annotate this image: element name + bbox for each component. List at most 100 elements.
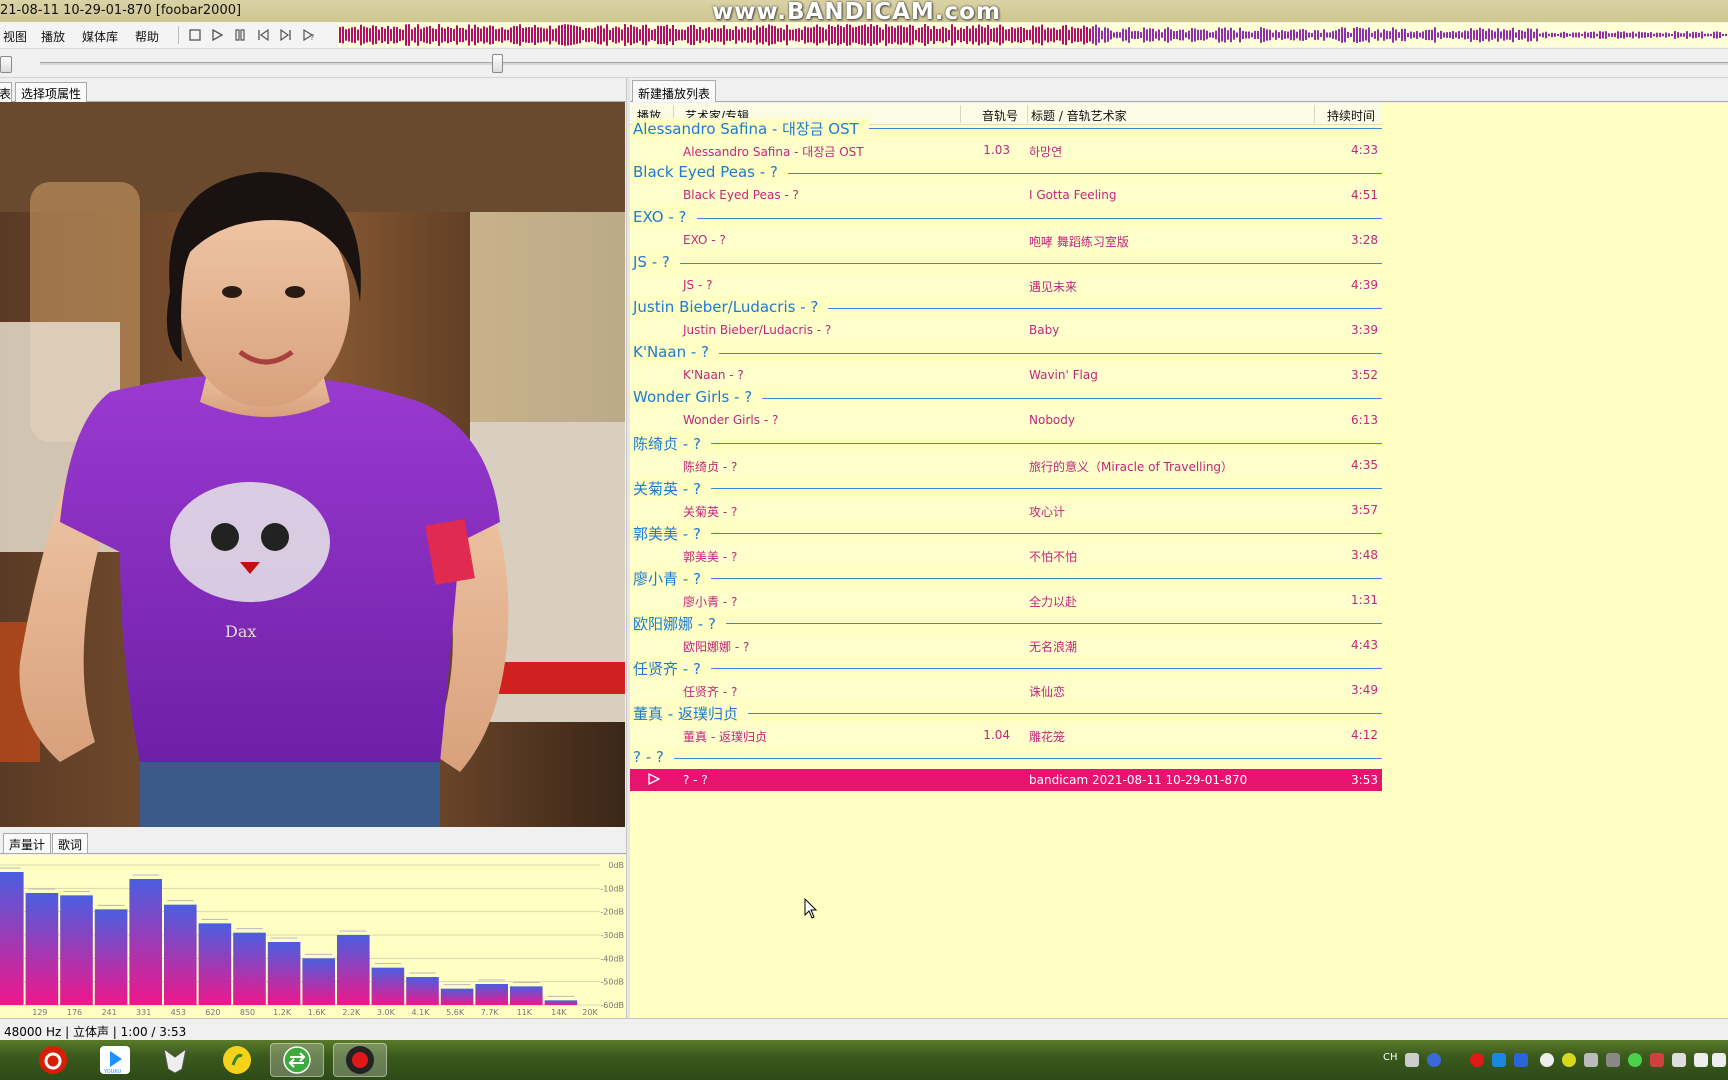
show-desktop-icon[interactable]	[1712, 1053, 1726, 1067]
db-label: 0dB	[608, 861, 624, 870]
track-title: bandicam 2021-08-11 10-29-01-870	[1029, 772, 1248, 787]
volume-slider-thumb[interactable]	[0, 56, 12, 73]
group-divider	[633, 758, 1382, 759]
group-header[interactable]: 任贤齐 - ?	[630, 656, 1382, 679]
track-artist-album: JS - ?	[683, 277, 713, 292]
group-divider	[633, 353, 1382, 354]
frequency-label: 620	[205, 1008, 220, 1017]
frequency-label: 241	[101, 1008, 116, 1017]
pause-icon[interactable]	[231, 26, 249, 44]
record-tray-icon[interactable]	[1470, 1053, 1484, 1067]
track-row[interactable]: 关菊英 - ? 攻心计 3:57	[630, 498, 1382, 521]
group-label: EXO - ?	[633, 208, 697, 226]
input-method-indicator[interactable]: CH	[1383, 1052, 1398, 1063]
track-title: I Gotta Feeling	[1029, 187, 1117, 202]
group-divider	[633, 263, 1382, 264]
play-icon[interactable]	[208, 26, 226, 44]
group-divider	[633, 578, 1382, 579]
group-header[interactable]: JS - ?	[630, 251, 1382, 273]
track-row[interactable]: Black Eyed Peas - ? I Gotta Feeling 4:51	[630, 183, 1382, 206]
track-row[interactable]: 廖小青 - ? 全力以赴 1:31	[630, 588, 1382, 611]
tab-list[interactable]: 表	[0, 82, 12, 102]
menu-playback[interactable]: 播放	[41, 28, 65, 45]
track-title: Nobody	[1029, 412, 1075, 427]
volume-icon[interactable]	[1694, 1053, 1708, 1067]
track-row[interactable]: ? - ? bandicam 2021-08-11 10-29-01-870 3:5…	[630, 768, 1382, 791]
group-label: 任贤齐 - ?	[633, 658, 711, 679]
track-row[interactable]: Justin Bieber/Ludacris - ? Baby 3:39	[630, 318, 1382, 341]
track-row[interactable]: Alessandro Safina - 대장금 OST 1.03 하망연 4:33	[630, 138, 1382, 161]
tab-volume-meter[interactable]: 声量计	[3, 833, 52, 853]
shield-icon[interactable]	[1514, 1053, 1528, 1067]
track-row[interactable]: 郭美美 - ? 不怕不怕 3:48	[630, 543, 1382, 566]
group-header[interactable]: ? - ?	[630, 746, 1382, 768]
status-tray-icon[interactable]	[1562, 1053, 1576, 1067]
tab-new-playlist[interactable]: 新建播放列表	[632, 80, 717, 102]
track-duration: 4:33	[1351, 142, 1378, 157]
track-row[interactable]: Wonder Girls - ? Nobody 6:13	[630, 408, 1382, 431]
sync-icon[interactable]	[270, 1043, 324, 1077]
menu-library[interactable]: 媒体库	[82, 28, 118, 45]
keyboard-icon[interactable]	[1405, 1053, 1419, 1067]
mute-icon[interactable]	[1650, 1053, 1664, 1067]
group-header[interactable]: Black Eyed Peas - ?	[630, 161, 1382, 183]
group-label: JS - ?	[633, 253, 680, 271]
track-title: 不怕不怕	[1029, 549, 1078, 564]
tab-lyrics[interactable]: 歌词	[52, 833, 89, 853]
youku-icon[interactable]: YOUKU	[88, 1043, 142, 1077]
group-header[interactable]: 关菊英 - ?	[630, 476, 1382, 499]
help-icon[interactable]	[1427, 1053, 1441, 1067]
waveform-seekbar[interactable]	[338, 23, 1728, 47]
menu-view[interactable]: 视图	[3, 28, 27, 45]
db-label: -30dB	[600, 931, 624, 940]
settings-tray-icon[interactable]	[1606, 1053, 1620, 1067]
group-header[interactable]: Wonder Girls - ?	[630, 386, 1382, 408]
app-tray-icon[interactable]	[1492, 1053, 1506, 1067]
track-row[interactable]: EXO - ? 咆哮 舞蹈练习室版 3:28	[630, 228, 1382, 251]
playlist-view[interactable]: 播放... 艺术家/专辑 音轨号 标题 / 音轨艺术家 持续时间 Alessan…	[630, 103, 1728, 1018]
track-number: 1.04	[983, 727, 1010, 742]
track-row[interactable]: 董真 - 返璞归贞 1.04 雕花笼 4:12	[630, 723, 1382, 746]
group-label: Wonder Girls - ?	[633, 388, 763, 406]
group-header[interactable]: K'Naan - ?	[630, 341, 1382, 363]
tab-selection-properties[interactable]: 选择项属性	[15, 82, 88, 102]
frequency-label: 20K	[582, 1008, 598, 1017]
power-icon[interactable]	[1584, 1053, 1598, 1067]
previous-icon[interactable]	[254, 26, 272, 44]
track-row[interactable]: 陈绮贞 - ? 旅行的意义（Miracle of Travelling） 4:35	[630, 453, 1382, 476]
update-icon[interactable]	[1628, 1053, 1642, 1067]
network-status-icon[interactable]	[1672, 1053, 1686, 1067]
qq-music-icon[interactable]	[210, 1043, 264, 1077]
group-header[interactable]: 董真 - 返璞归贞	[630, 701, 1382, 724]
group-header[interactable]: Alessandro Safina - 대장금 OST	[630, 116, 1382, 139]
group-label: Alessandro Safina - 대장금 OST	[633, 118, 869, 139]
group-header[interactable]: 廖小青 - ?	[630, 566, 1382, 589]
menu-help[interactable]: 帮助	[135, 28, 159, 45]
track-row[interactable]: JS - ? 遇见未来 4:39	[630, 273, 1382, 296]
group-header[interactable]: EXO - ?	[630, 206, 1382, 228]
track-row[interactable]: 任贤齐 - ? 诛仙恋 3:49	[630, 678, 1382, 701]
group-label: ? - ?	[633, 748, 674, 766]
group-header[interactable]: Justin Bieber/Ludacris - ?	[630, 296, 1382, 318]
svg-text:?: ?	[310, 33, 314, 42]
seek-slider-thumb[interactable]	[492, 54, 503, 73]
group-divider	[633, 623, 1382, 624]
group-header[interactable]: 欧阳娜娜 - ?	[630, 611, 1382, 634]
group-header[interactable]: 陈绮贞 - ?	[630, 431, 1382, 454]
spectrum-bar	[337, 935, 370, 1005]
db-label: -10dB	[600, 884, 624, 893]
random-icon[interactable]: ?	[300, 26, 318, 44]
seek-track[interactable]	[40, 62, 1728, 65]
track-row[interactable]: K'Naan - ? Wavin' Flag 3:52	[630, 363, 1382, 386]
frequency-label: 850	[240, 1008, 255, 1017]
next-icon[interactable]	[277, 26, 295, 44]
mouse-cursor-icon	[804, 898, 818, 919]
group-header[interactable]: 郭美美 - ?	[630, 521, 1382, 544]
stop-icon[interactable]	[186, 26, 204, 44]
media-player-icon[interactable]	[148, 1043, 202, 1077]
netease-music-icon[interactable]	[26, 1043, 80, 1077]
track-duration: 6:13	[1351, 412, 1378, 427]
bandicam-record-icon[interactable]	[333, 1043, 387, 1077]
network-icon[interactable]	[1540, 1053, 1554, 1067]
track-row[interactable]: 欧阳娜娜 - ? 无名浪潮 4:43	[630, 633, 1382, 656]
